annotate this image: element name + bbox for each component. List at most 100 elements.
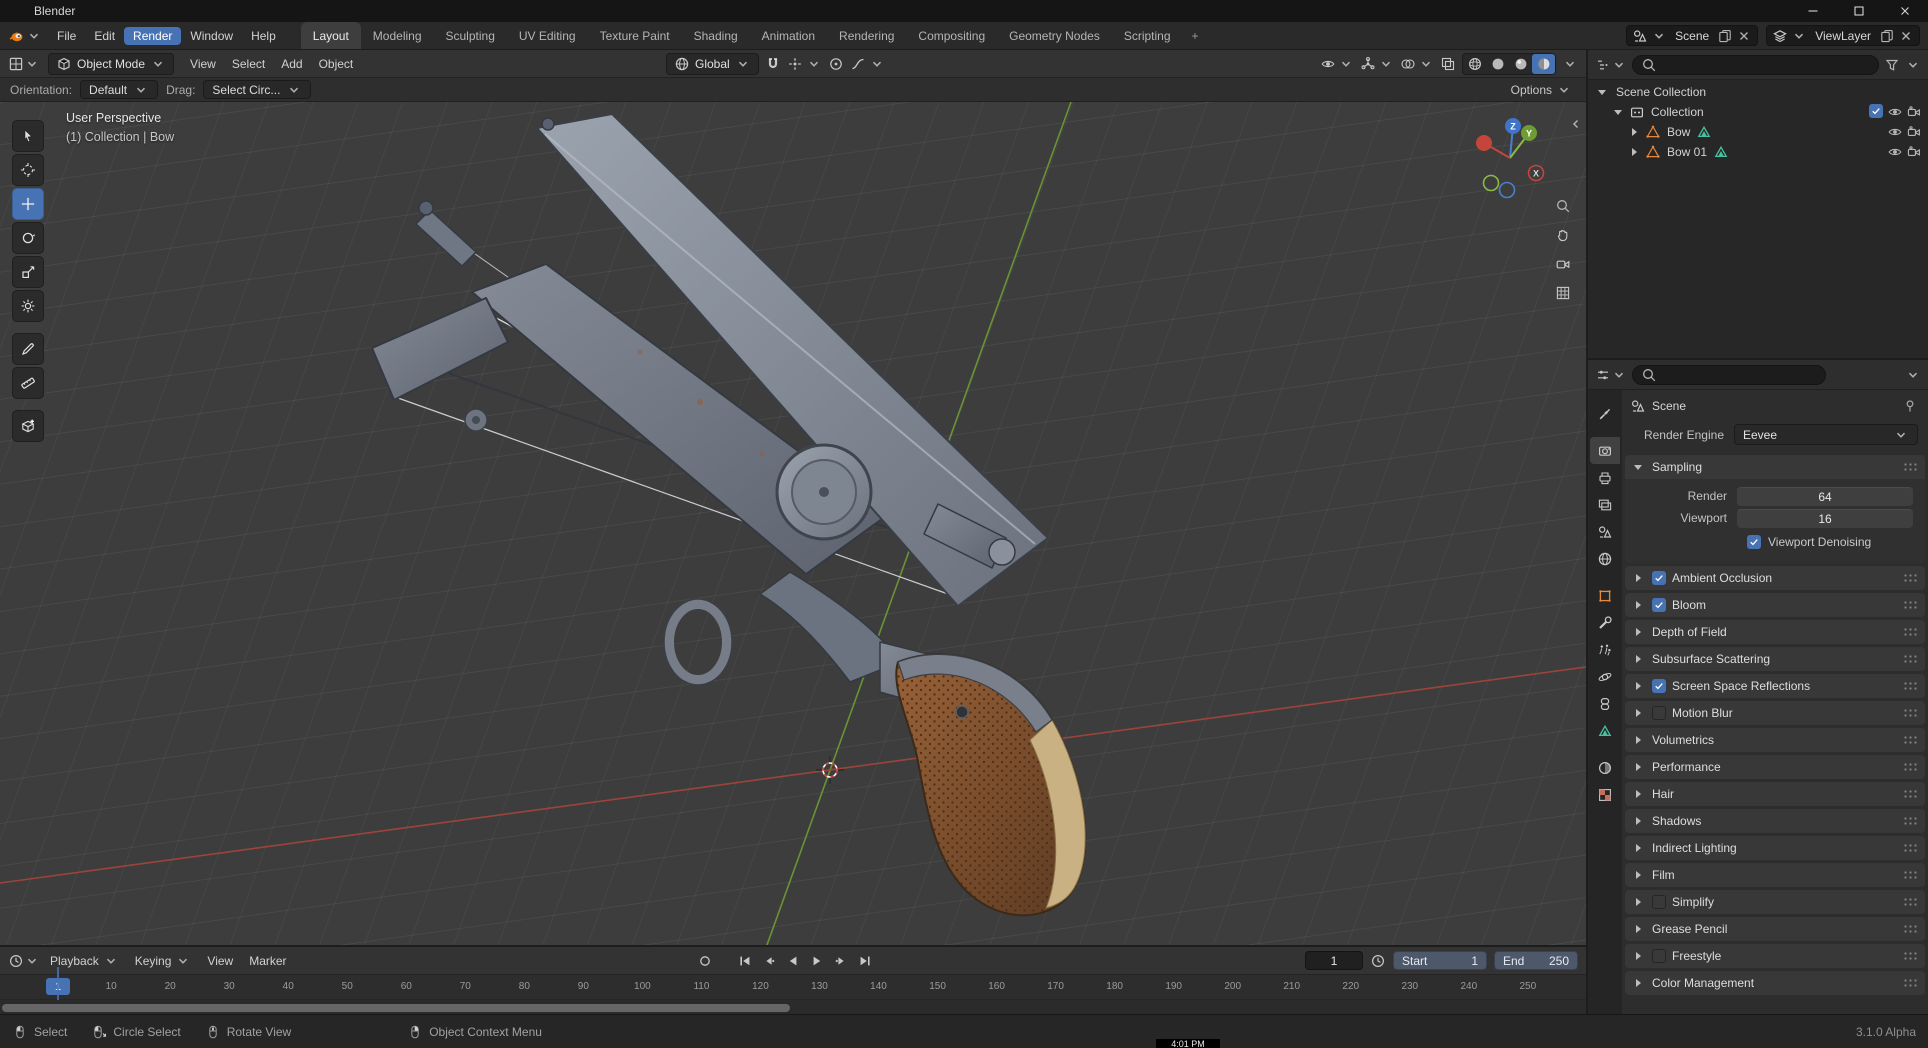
- navigation-gizmo[interactable]: Z Y X: [1468, 118, 1552, 202]
- drag-handle[interactable]: [1903, 462, 1918, 472]
- section-expand-icon[interactable]: [1630, 678, 1646, 694]
- viewport-menu-object[interactable]: Object: [311, 55, 362, 73]
- motion-blur-enable-checkbox[interactable]: [1652, 706, 1666, 720]
- workspace-tab-sculpting[interactable]: Sculpting: [434, 22, 507, 49]
- zoom-view-icon[interactable]: [1555, 198, 1571, 214]
- workspace-tab-geometry-nodes[interactable]: Geometry Nodes: [997, 22, 1112, 49]
- play-reverse-button[interactable]: [782, 951, 804, 971]
- menu-help[interactable]: Help: [242, 27, 285, 45]
- filter-funnel-icon[interactable]: [1884, 57, 1900, 73]
- drag-handle[interactable]: [1903, 897, 1918, 907]
- section-expand-icon[interactable]: [1630, 867, 1646, 883]
- unlink-scene-icon[interactable]: [1736, 28, 1752, 44]
- viewport-denoising-checkbox[interactable]: [1747, 535, 1761, 549]
- workspace-tab-compositing[interactable]: Compositing: [906, 22, 997, 49]
- drag-handle[interactable]: [1903, 789, 1918, 799]
- samples-viewport-field[interactable]: 16: [1737, 508, 1913, 528]
- drag-handle[interactable]: [1903, 843, 1918, 853]
- viewport-menu-view[interactable]: View: [182, 55, 224, 73]
- render-engine-select[interactable]: Eevee: [1734, 424, 1918, 445]
- maximize-button[interactable]: [1836, 0, 1882, 22]
- outliner-row-collection[interactable]: Collection: [1588, 102, 1928, 122]
- hide-in-viewport-toggle-icon[interactable]: [1887, 104, 1903, 120]
- tool-transform-button[interactable]: [12, 290, 44, 322]
- workspace-tab-shading[interactable]: Shading: [682, 22, 750, 49]
- tool-add-cube-button[interactable]: [12, 410, 44, 442]
- drag-handle[interactable]: [1903, 600, 1918, 610]
- section-expand-icon[interactable]: [1630, 459, 1646, 475]
- snap-toggle-icon[interactable]: [765, 56, 781, 72]
- screen-space-reflections-enable-checkbox[interactable]: [1652, 679, 1666, 693]
- pan-view-icon[interactable]: [1555, 227, 1571, 243]
- play-button[interactable]: [806, 951, 828, 971]
- section-header-simplify[interactable]: Simplify: [1625, 890, 1925, 914]
- frame-end-field[interactable]: End 250: [1494, 951, 1578, 970]
- timeline-menu-marker[interactable]: Marker: [241, 952, 294, 970]
- drag-handle[interactable]: [1903, 627, 1918, 637]
- object-visibility-dropdown[interactable]: [1320, 56, 1354, 72]
- ambient-occlusion-enable-checkbox[interactable]: [1652, 571, 1666, 585]
- drag-handle[interactable]: [1903, 816, 1918, 826]
- workspace-tab-modeling[interactable]: Modeling: [361, 22, 434, 49]
- drag-handle[interactable]: [1903, 735, 1918, 745]
- drag-handle[interactable]: [1903, 762, 1918, 772]
- section-expand-icon[interactable]: [1630, 759, 1646, 775]
- use-preview-range-icon[interactable]: [1370, 953, 1386, 969]
- workspace-tab-rendering[interactable]: Rendering: [827, 22, 906, 49]
- pin-icon[interactable]: [1902, 398, 1918, 414]
- sidebar-collapse-arrow-icon[interactable]: [1568, 116, 1584, 132]
- menu-file[interactable]: File: [48, 27, 85, 45]
- new-viewlayer-icon[interactable]: [1879, 28, 1895, 44]
- timeline-ruler[interactable]: 10 20 30 40 50 60 70 80 90 100 110 120 130 140 150 160 1…: [0, 975, 1586, 1000]
- properties-tab-constraints[interactable]: [1590, 690, 1620, 717]
- collection-checkbox[interactable]: [1868, 104, 1883, 118]
- scene-selector[interactable]: Scene: [1626, 25, 1759, 46]
- section-expand-icon[interactable]: [1630, 651, 1646, 667]
- prev-keyframe-button[interactable]: [758, 951, 780, 971]
- properties-options-chevron-icon[interactable]: [1905, 367, 1921, 383]
- blender-menu-button[interactable]: [8, 28, 42, 44]
- hide-in-viewport-toggle-icon[interactable]: [1887, 144, 1903, 160]
- shading-solid-button[interactable]: [1486, 54, 1509, 74]
- section-header-sampling[interactable]: Sampling: [1625, 455, 1925, 479]
- section-header-depth-of-field[interactable]: Depth of Field: [1625, 620, 1925, 644]
- freestyle-enable-checkbox[interactable]: [1652, 949, 1666, 963]
- tool-measure-button[interactable]: [12, 367, 44, 399]
- menu-render[interactable]: Render: [124, 26, 182, 45]
- section-expand-icon[interactable]: [1630, 732, 1646, 748]
- tool-scale-button[interactable]: [12, 256, 44, 288]
- outliner-row-bow[interactable]: Bow: [1588, 122, 1928, 142]
- timeline-editor-type-button[interactable]: [8, 953, 40, 969]
- workspace-tab-uv-editing[interactable]: UV Editing: [507, 22, 588, 49]
- remove-viewlayer-icon[interactable]: [1898, 28, 1914, 44]
- frame-start-field[interactable]: Start 1: [1393, 951, 1487, 970]
- proportional-falloff-select[interactable]: [850, 56, 885, 72]
- drag-handle[interactable]: [1903, 870, 1918, 880]
- section-header-volumetrics[interactable]: Volumetrics: [1625, 728, 1925, 752]
- close-button[interactable]: [1882, 0, 1928, 22]
- drag-handle[interactable]: [1903, 708, 1918, 718]
- shading-wireframe-button[interactable]: [1463, 54, 1486, 74]
- workspace-tab-scripting[interactable]: Scripting: [1112, 22, 1183, 49]
- current-frame-field[interactable]: 1: [1305, 951, 1363, 970]
- section-header-grease-pencil[interactable]: Grease Pencil: [1625, 917, 1925, 941]
- outliner-disclosure-icon[interactable]: [1594, 84, 1610, 100]
- properties-tab-particles[interactable]: [1590, 636, 1620, 663]
- properties-tab-output[interactable]: [1590, 464, 1620, 491]
- outliner-disclosure-icon[interactable]: [1626, 124, 1642, 140]
- viewport-3d[interactable]: User Perspective (1) Collection | Bow Z …: [0, 102, 1586, 945]
- mode-select[interactable]: Object Mode: [48, 52, 175, 75]
- drag-handle[interactable]: [1903, 681, 1918, 691]
- section-header-film[interactable]: Film: [1625, 863, 1925, 887]
- tool-rotate-button[interactable]: [12, 222, 44, 254]
- section-expand-icon[interactable]: [1630, 597, 1646, 613]
- workspace-tab-texture-paint[interactable]: Texture Paint: [588, 22, 682, 49]
- properties-tab-tool[interactable]: [1590, 400, 1620, 427]
- menu-edit[interactable]: Edit: [85, 27, 124, 45]
- section-header-screen-space-reflections[interactable]: Screen Space Reflections: [1625, 674, 1925, 698]
- section-header-performance[interactable]: Performance: [1625, 755, 1925, 779]
- shading-material-preview-button[interactable]: [1509, 54, 1532, 74]
- toggle-perspective-icon[interactable]: [1555, 285, 1571, 301]
- transform-orientation-select[interactable]: Global: [666, 53, 759, 75]
- drag-handle[interactable]: [1903, 978, 1918, 988]
